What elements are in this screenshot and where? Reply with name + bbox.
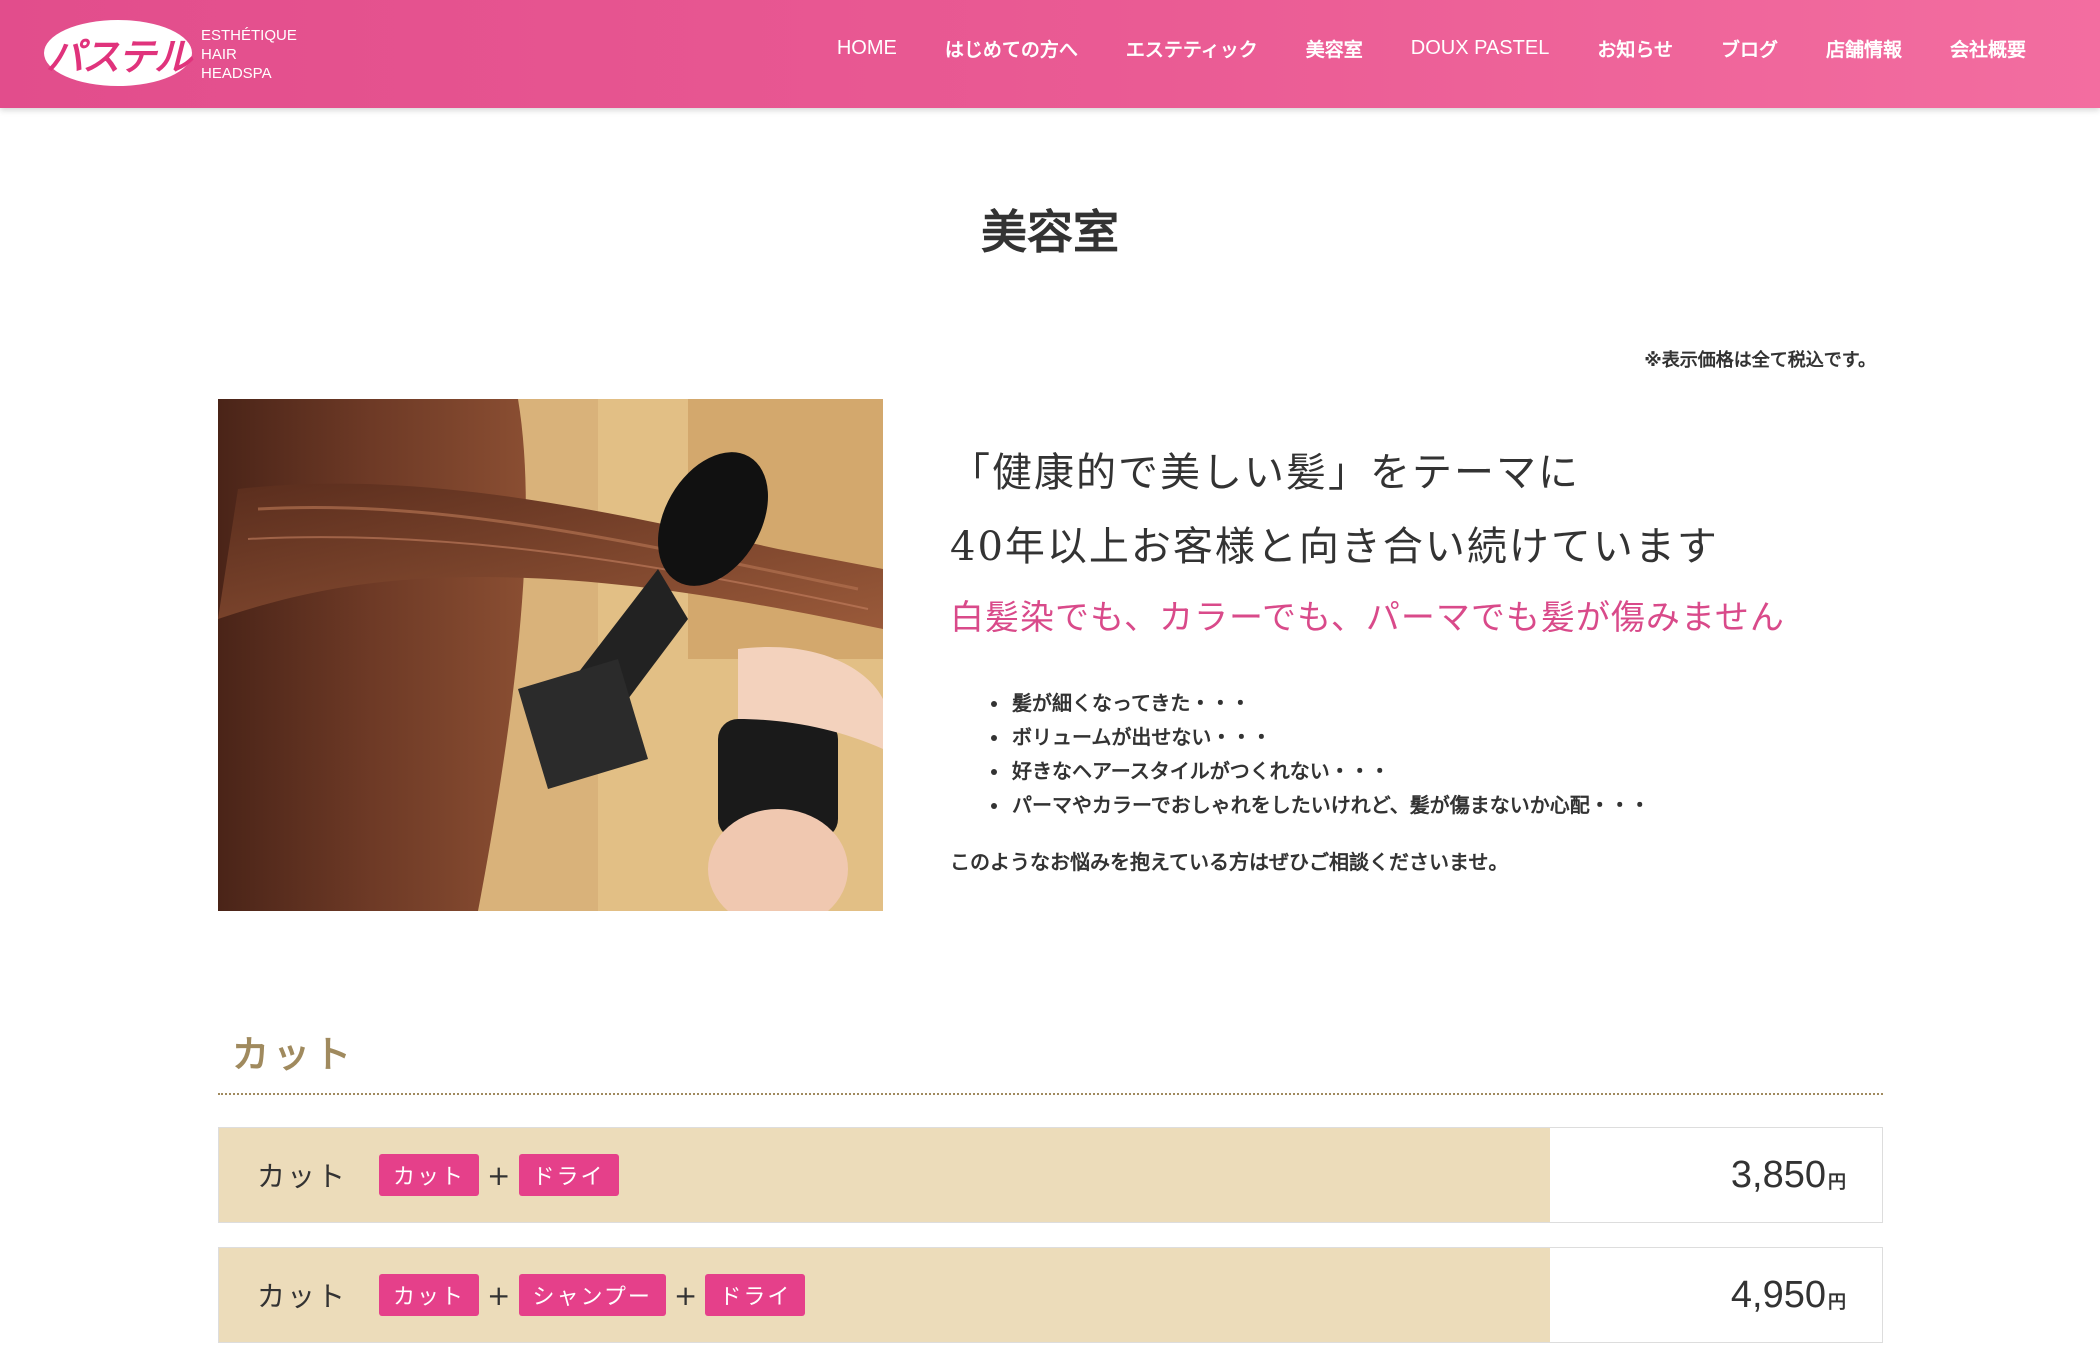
price-name: カット <box>257 1280 348 1313</box>
price-name: カット <box>257 1160 348 1193</box>
nav-news[interactable]: お知らせ <box>1597 35 1673 62</box>
site-header: パステル ESTHÉTIQUE HAIR HEADSPA HOME はじめての方… <box>0 0 2100 108</box>
price-value-cell: 3,850 円 <box>1550 1128 1882 1222</box>
nav-store-info[interactable]: 店舗情報 <box>1826 35 1902 62</box>
tagline-hair: HAIR <box>201 46 237 63</box>
price-row: カット カット + ドライ 3,850 円 <box>218 1127 1883 1223</box>
hero-subheading: 白髪染でも、カラーでも、パーマでも髪が傷みません <box>950 598 1785 638</box>
tagline-esthetique: ESTHÉTIQUE <box>201 27 297 44</box>
list-item: パーマやカラーでおしゃれをしたいけれど、髪が傷まないか心配・・・ <box>1010 788 1810 822</box>
tagline-headspa: HEADSPA <box>201 65 272 82</box>
price-unit: 円 <box>1828 1292 1846 1313</box>
list-item: 好きなヘアースタイルがつくれない・・・ <box>1010 754 1810 788</box>
hair-dryer-photo-drawing <box>218 399 883 911</box>
nav-salon[interactable]: 美容室 <box>1306 35 1363 62</box>
nav-company[interactable]: 会社概要 <box>1950 35 2026 62</box>
main-nav: HOME はじめての方へ エステティック 美容室 DOUX PASTEL お知ら… <box>837 30 2026 66</box>
service-tag: シャンプー <box>518 1274 666 1316</box>
nav-first-time[interactable]: はじめての方へ <box>945 35 1078 62</box>
nav-esthetic[interactable]: エステティック <box>1126 35 1258 62</box>
list-item: 髪が細くなってきた・・・ <box>1010 686 1810 720</box>
list-item: ボリュームが出せない・・・ <box>1010 720 1810 754</box>
hero-heading-line2: 40年以上お客様と向き合い続けています <box>950 524 1719 570</box>
plus-sign: + <box>673 1278 698 1312</box>
nav-home[interactable]: HOME <box>837 37 897 60</box>
hero-heading-line1: 「健康的で美しい髪」をテーマに <box>950 450 1580 496</box>
service-tag: カット <box>379 1154 480 1196</box>
service-tag: ドライ <box>705 1274 806 1316</box>
plus-sign: + <box>487 1278 511 1312</box>
price-unit: 円 <box>1828 1172 1846 1193</box>
section-divider <box>218 1093 1883 1095</box>
site-logo[interactable]: パステル ESTHÉTIQUE HAIR HEADSPA <box>44 20 304 90</box>
price-amount: 3,850 <box>1730 1153 1826 1196</box>
logo-text: パステル <box>45 34 192 79</box>
price-label-cell: カット カット + ドライ <box>219 1128 1550 1222</box>
hero-heading: 「健康的で美しい髪」をテーマに 40年以上お客様と向き合い続けています <box>950 436 1850 584</box>
price-row: カット カット + シャンプー + ドライ 4,950 円 <box>218 1247 1883 1343</box>
nav-doux-pastel[interactable]: DOUX PASTEL <box>1411 37 1550 60</box>
nav-blog[interactable]: ブログ <box>1721 35 1778 62</box>
page-title: 美容室 <box>981 205 1119 259</box>
logo-tagline: ESTHÉTIQUE HAIR HEADSPA <box>201 26 311 83</box>
hair-dryer-photo <box>218 399 883 911</box>
price-label-cell: カット カット + シャンプー + ドライ <box>219 1248 1550 1342</box>
service-tag: ドライ <box>518 1154 619 1196</box>
consult-text: このようなお悩みを抱えている方はぜひご相談くださいませ。 <box>950 850 1509 874</box>
tax-note: ※表示価格は全て税込です。 <box>1644 350 1876 371</box>
price-value-cell: 4,950 円 <box>1550 1248 1882 1342</box>
worries-list: 髪が細くなってきた・・・ ボリュームが出せない・・・ 好きなヘアースタイルがつく… <box>1010 686 1810 822</box>
section-title-cut: カット <box>232 1032 355 1076</box>
service-tag: カット <box>379 1274 480 1316</box>
plus-sign: + <box>487 1158 511 1192</box>
price-amount: 4,950 <box>1730 1273 1826 1316</box>
